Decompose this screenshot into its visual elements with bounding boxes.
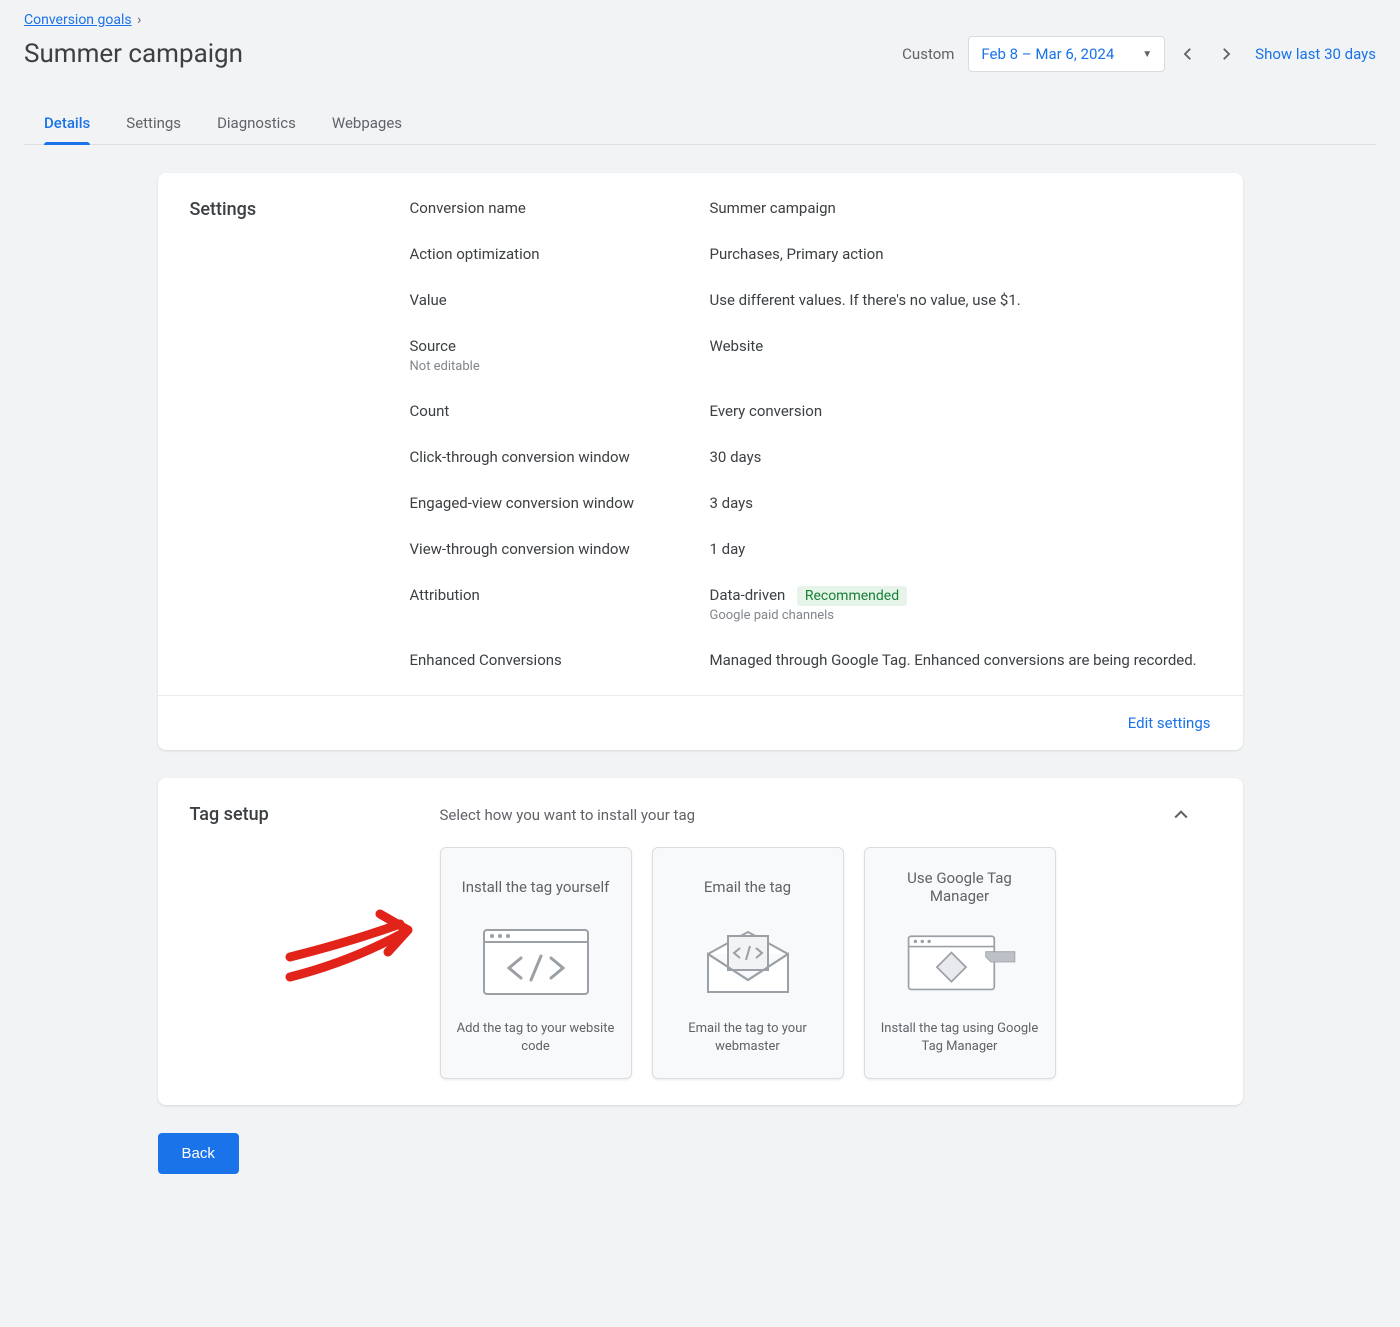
row-subvalue-attribution: Google paid channels (710, 608, 1211, 623)
date-controls: Custom Feb 8 – Mar 6, 2024 ▼ Show last 3… (902, 36, 1376, 72)
settings-section-title: Settings (190, 199, 410, 669)
row-value-conversion-name: Summer campaign (710, 199, 1211, 217)
tag-option-desc: Email the tag to your webmaster (667, 1020, 829, 1056)
breadcrumb-link-conversion-goals[interactable]: Conversion goals (24, 12, 132, 28)
chevron-up-icon (1171, 805, 1191, 825)
recommended-badge: Recommended (797, 586, 907, 606)
row-value-evc-window: 3 days (710, 494, 1211, 512)
row-label-conversion-name: Conversion name (410, 199, 710, 217)
tab-details[interactable]: Details (44, 102, 90, 144)
tag-setup-title: Tag setup (190, 804, 440, 825)
tag-option-title: Email the tag (704, 866, 791, 908)
edit-settings-link[interactable]: Edit settings (1128, 714, 1211, 732)
row-label-source: Source Not editable (410, 337, 710, 374)
row-label-count: Count (410, 402, 710, 420)
settings-card: Settings Conversion name Summer campaign… (158, 173, 1243, 750)
breadcrumb: Conversion goals › (24, 12, 1376, 28)
email-envelope-icon (688, 922, 808, 1002)
row-value-attribution: Data-driven Recommended Google paid chan… (710, 586, 1211, 623)
row-value-enhanced: Managed through Google Tag. Enhanced con… (710, 651, 1211, 669)
annotation-arrow-icon (280, 902, 430, 992)
tab-settings[interactable]: Settings (126, 102, 181, 144)
chevron-left-icon (1179, 45, 1197, 63)
row-label-action-optimization: Action optimization (410, 245, 710, 263)
gtm-window-icon (900, 922, 1020, 1002)
row-value-source: Website (710, 337, 1211, 355)
code-window-icon (476, 922, 596, 1002)
row-label-attribution: Attribution (410, 586, 710, 604)
tag-option-install-yourself[interactable]: Install the tag yourself Add the tag to … (440, 847, 632, 1079)
row-label-enhanced: Enhanced Conversions (410, 651, 710, 669)
row-label-ctc-window: Click-through conversion window (410, 448, 710, 466)
row-value-ctc-window: 30 days (710, 448, 1211, 466)
tag-option-email-tag[interactable]: Email the tag Email the tag to your webm… (652, 847, 844, 1079)
tag-option-title: Use Google Tag Manager (879, 866, 1041, 908)
date-mode-label: Custom (902, 45, 954, 63)
row-label-evc-window: Engaged-view conversion window (410, 494, 710, 512)
tabs: Details Settings Diagnostics Webpages (24, 102, 1376, 145)
dropdown-triangle-icon: ▼ (1142, 49, 1152, 60)
tag-option-title: Install the tag yourself (462, 866, 610, 908)
tag-option-desc: Add the tag to your website code (455, 1020, 617, 1056)
row-label-source-text: Source (410, 337, 710, 355)
date-range-text: Feb 8 – Mar 6, 2024 (981, 45, 1114, 63)
row-label-value: Value (410, 291, 710, 309)
row-label-vtc-window: View-through conversion window (410, 540, 710, 558)
row-value-value: Use different values. If there's no valu… (710, 291, 1211, 309)
row-value-count: Every conversion (710, 402, 1211, 420)
row-value-action-optimization: Purchases, Primary action (710, 245, 1211, 263)
date-next-button[interactable] (1217, 45, 1241, 63)
row-value-vtc-window: 1 day (710, 540, 1211, 558)
date-prev-button[interactable] (1179, 45, 1203, 63)
collapse-button[interactable] (1171, 805, 1211, 825)
tag-option-desc: Install the tag using Google Tag Manager (879, 1020, 1041, 1056)
tag-setup-description: Select how you want to install your tag (440, 806, 1171, 824)
row-value-attribution-text: Data-driven (710, 586, 786, 604)
chevron-right-icon (1217, 45, 1235, 63)
row-sublabel-source: Not editable (410, 359, 710, 374)
tab-diagnostics[interactable]: Diagnostics (217, 102, 296, 144)
chevron-right-icon: › (134, 12, 142, 28)
tab-webpages[interactable]: Webpages (332, 102, 402, 144)
page-title: Summer campaign (24, 39, 243, 69)
date-range-picker[interactable]: Feb 8 – Mar 6, 2024 ▼ (968, 36, 1165, 72)
back-button[interactable]: Back (158, 1133, 239, 1174)
tag-option-gtm[interactable]: Use Google Tag Manager Install the tag u… (864, 847, 1056, 1079)
show-last-30-days-link[interactable]: Show last 30 days (1255, 45, 1376, 63)
tag-setup-card: Tag setup Select how you want to install… (158, 778, 1243, 1105)
